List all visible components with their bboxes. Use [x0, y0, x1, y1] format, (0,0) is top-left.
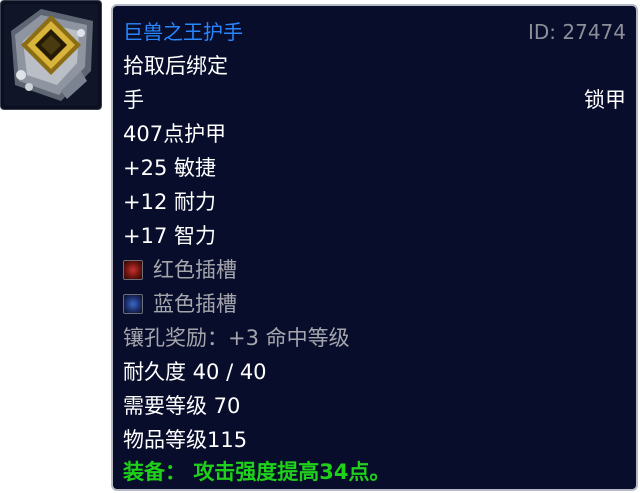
item-name-row: 巨兽之王护手 ID: 27474 [123, 18, 626, 46]
slot-row: 手 锁甲 [123, 86, 626, 114]
blue-socket-icon [123, 293, 143, 314]
item-id: ID: 27474 [527, 20, 626, 44]
durability: 耐久度 40 / 40 [123, 360, 267, 384]
socket-red-label: 红色插槽 [153, 258, 237, 282]
gauntlet-icon [4, 4, 98, 106]
stat-agility: +25 敏捷 [123, 156, 216, 180]
red-socket-icon [123, 259, 143, 280]
required-level: 需要等级 70 [123, 394, 241, 418]
equip-label: 装备： [123, 460, 186, 484]
equip-effect-row: 装备： 攻击强度提高34点。 [123, 458, 626, 486]
item-icon-frame[interactable] [0, 0, 102, 110]
stat-intellect: +17 智力 [123, 224, 216, 248]
socket-blue-row: 蓝色插槽 [123, 290, 626, 318]
armor-type-text: 锁甲 [584, 88, 626, 112]
slot-text: 手 [123, 88, 144, 112]
socket-bonus: 镶孔奖励：+3 命中等级 [123, 326, 350, 350]
binding-text: 拾取后绑定 [123, 54, 228, 78]
stat-stamina: +12 耐力 [123, 190, 216, 214]
item-name[interactable]: 巨兽之王护手 [123, 20, 243, 44]
socket-red-row: 红色插槽 [123, 256, 626, 284]
equip-effect: 攻击强度提高34点。 [193, 460, 391, 484]
socket-blue-label: 蓝色插槽 [153, 292, 237, 316]
item-level: 物品等级115 [123, 428, 248, 452]
armor-value: 407点护甲 [123, 122, 227, 146]
item-tooltip: 巨兽之王护手 ID: 27474 拾取后绑定 手 锁甲 407点护甲 +25 敏… [111, 4, 638, 491]
